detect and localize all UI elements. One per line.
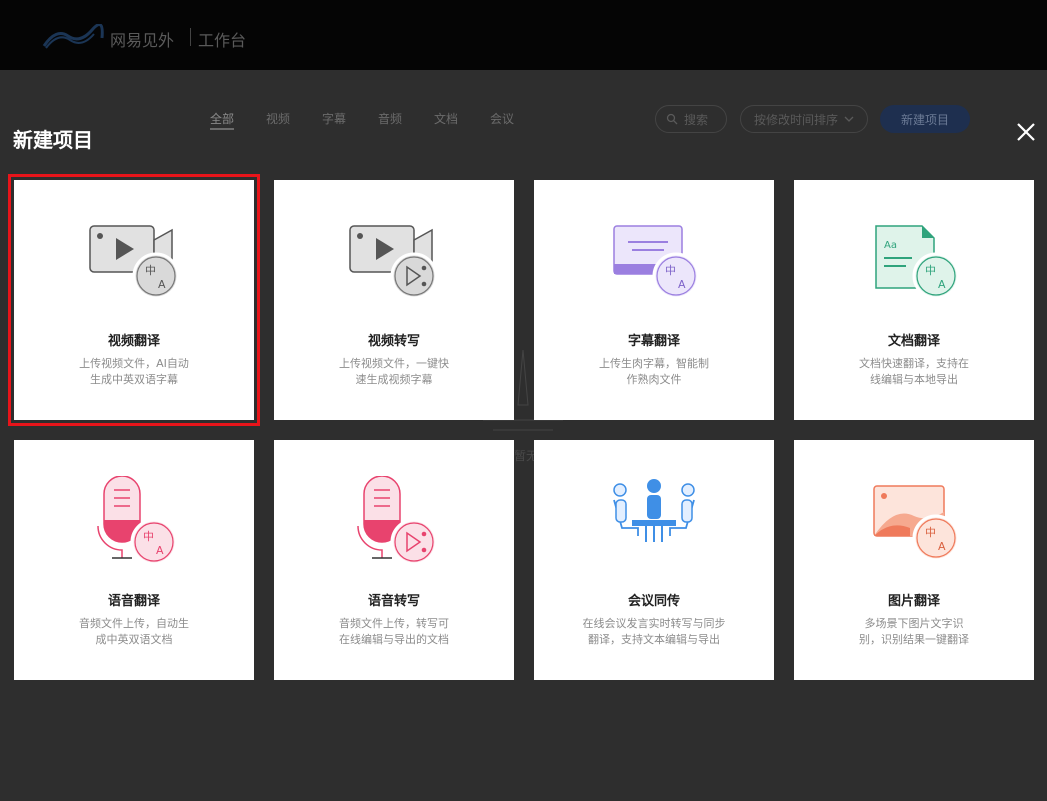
card-description: 文档快速翻译，支持在 线编辑与本地导出 xyxy=(859,357,969,386)
card-description: 上传生肉字幕，智能制 作熟肉文件 xyxy=(599,357,709,386)
card-description: 音频文件上传，转写可 在线编辑与导出的文档 xyxy=(339,617,449,646)
card-video-translate[interactable]: 中 A 视频翻译 上传视频文件，AI自动 生成中英双语字幕 xyxy=(8,174,260,426)
card-subtitle-translate[interactable]: 中 A 字幕翻译 上传生肉字幕，智能制 作熟肉文件 xyxy=(534,180,774,420)
tab-all[interactable]: 全部 xyxy=(210,110,266,127)
card-description: 上传视频文件，一键快 速生成视频字幕 xyxy=(339,357,449,386)
card-title: 视频翻译 xyxy=(107,334,160,349)
card-audio-translate[interactable]: 中 A 语音翻译 音频文件上传，自动生 成中英双语文档 xyxy=(14,440,254,680)
card-description: 在线会议发言实时转写与同步 翻译，支持文本编辑与导出 xyxy=(582,617,726,646)
badge-a: A xyxy=(158,278,166,291)
badge-zh: 中 xyxy=(145,264,156,277)
search-label: 搜索 xyxy=(684,112,709,127)
search-icon xyxy=(666,113,678,125)
card-audio-transcribe[interactable]: 语音转写 音频文件上传，转写可 在线编辑与导出的文档 xyxy=(274,440,514,680)
audio-translate-icon: 中 A xyxy=(97,476,178,566)
badge-a: A xyxy=(156,544,164,557)
close-icon[interactable] xyxy=(1014,120,1038,144)
filter-tabs: 全部 视频 字幕 音频 文档 会议 xyxy=(210,110,546,127)
card-title: 视频转写 xyxy=(367,334,420,349)
doc-sample-text: Aa xyxy=(884,240,897,251)
chevron-down-icon xyxy=(844,116,854,122)
meeting-interpret-icon xyxy=(613,479,695,542)
card-meeting-interpret[interactable]: 会议同传 在线会议发言实时转写与同步 翻译，支持文本编辑与导出 xyxy=(534,440,774,680)
tab-audio[interactable]: 音频 xyxy=(378,110,434,127)
new-project-button[interactable]: 新建项目 xyxy=(880,105,970,133)
card-description: 音频文件上传，自动生 成中英双语文档 xyxy=(79,617,189,646)
workspace-link[interactable]: 工作台 xyxy=(198,27,246,51)
tab-video[interactable]: 视频 xyxy=(266,110,322,127)
search-button[interactable]: 搜索 xyxy=(655,105,727,133)
badge-a: A xyxy=(938,278,946,291)
subtitle-translate-icon: 中 A xyxy=(613,225,700,300)
badge-a: A xyxy=(938,540,946,553)
card-title: 语音转写 xyxy=(367,594,420,609)
card-title: 文档翻译 xyxy=(887,334,940,349)
tab-meeting[interactable]: 会议 xyxy=(490,110,546,127)
brand-divider xyxy=(190,28,191,46)
image-translate-icon: 中 A xyxy=(873,485,960,562)
brand-name: 网易见外 xyxy=(110,31,175,50)
badge-zh: 中 xyxy=(925,526,936,539)
card-title: 语音翻译 xyxy=(107,594,160,609)
sort-label: 按修改时间排序 xyxy=(753,112,838,127)
tab-document[interactable]: 文档 xyxy=(434,110,490,127)
tab-subtitle[interactable]: 字幕 xyxy=(322,110,378,127)
sort-dropdown[interactable]: 按修改时间排序 xyxy=(740,105,868,133)
badge-a: A xyxy=(678,278,686,291)
top-bar: 网易见外 工作台 xyxy=(0,0,1047,70)
video-transcribe-icon xyxy=(349,225,438,300)
card-document-translate[interactable]: Aa 中 A 文档翻译 文档快速翻译，支持在 线编辑与本地导出 xyxy=(794,180,1034,420)
card-description: 多场景下图片文字识 别，识别结果一键翻译 xyxy=(859,617,969,646)
card-image-translate[interactable]: 中 A 图片翻译 多场景下图片文字识 别，识别结果一键翻译 xyxy=(794,440,1034,680)
modal-title: 新建项目 xyxy=(13,128,93,152)
card-title: 字幕翻译 xyxy=(627,334,680,349)
video-translate-icon: 中 A xyxy=(89,225,180,300)
audio-transcribe-icon xyxy=(357,476,438,566)
card-description: 上传视频文件，AI自动 生成中英双语字幕 xyxy=(79,357,189,386)
badge-zh: 中 xyxy=(143,530,154,543)
badge-zh: 中 xyxy=(665,264,676,277)
document-translate-icon: Aa 中 A xyxy=(875,225,960,300)
logo-icon xyxy=(42,24,104,49)
card-video-transcribe[interactable]: 视频转写 上传视频文件，一键快 速生成视频字幕 xyxy=(274,180,514,420)
badge-zh: 中 xyxy=(925,264,936,277)
card-title: 会议同传 xyxy=(627,594,680,609)
active-tab-indicator xyxy=(210,128,234,130)
card-title: 图片翻译 xyxy=(887,594,940,609)
